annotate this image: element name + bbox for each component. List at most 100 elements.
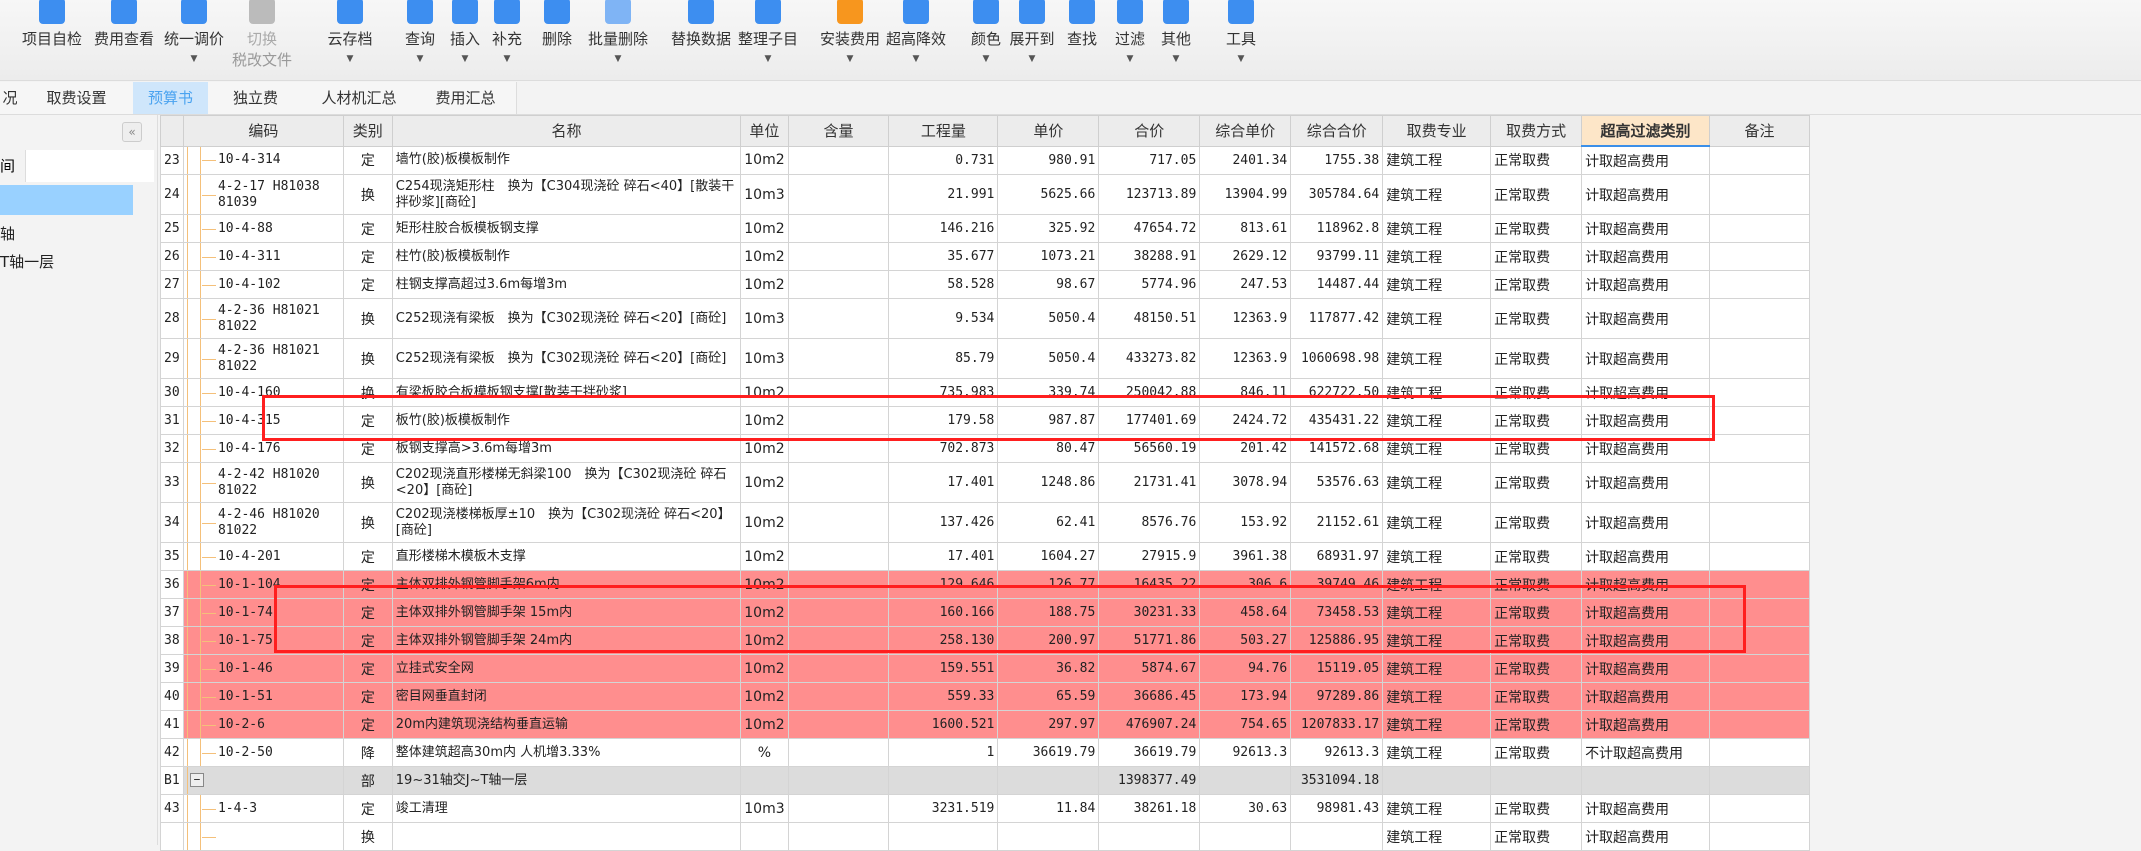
- cell-no[interactable]: 26: [160, 242, 184, 271]
- cell-method[interactable]: 正常取费: [1490, 654, 1583, 683]
- cell-specialty[interactable]: 建筑工程: [1382, 570, 1492, 599]
- toolbar-button-tools[interactable]: 工具 ▼: [1201, 0, 1281, 78]
- cell-unit[interactable]: 10m2: [740, 654, 789, 683]
- cell-name[interactable]: [391, 822, 742, 851]
- cell-qty[interactable]: 179.58: [888, 406, 999, 435]
- cell-comp-price[interactable]: 201.42: [1199, 434, 1292, 463]
- cell-type[interactable]: 定: [342, 598, 393, 627]
- cell-no[interactable]: 30: [160, 378, 184, 407]
- cell-code[interactable]: 10-1-46: [182, 654, 344, 683]
- cell-comp-price[interactable]: 153.92: [1199, 502, 1292, 543]
- cell-note[interactable]: [1709, 542, 1810, 571]
- cell-unit[interactable]: 10m2: [740, 710, 789, 739]
- cell-comp-price[interactable]: 94.76: [1199, 654, 1292, 683]
- column-header[interactable]: 名称: [391, 115, 742, 147]
- cell-unit[interactable]: 10m2: [740, 542, 789, 571]
- cell-note[interactable]: [1709, 794, 1810, 823]
- table-row[interactable]: 30 10-4-160 换有梁板胶合板模板钢支撑[散装干拌砂浆] 10m2 735.98…: [160, 378, 1810, 407]
- toolbar-button-fee-view[interactable]: 费用查看: [84, 0, 164, 78]
- cell-name[interactable]: 20m内建筑现浇结构垂直运输: [391, 710, 742, 739]
- cell-comp-price[interactable]: 247.53: [1199, 270, 1292, 299]
- cell-type[interactable]: 部: [342, 766, 393, 795]
- cell-total[interactable]: 5874.67: [1098, 654, 1201, 683]
- cell-specialty[interactable]: 建筑工程: [1382, 682, 1492, 711]
- cell-comp-price[interactable]: [1199, 822, 1292, 851]
- table-row[interactable]: 31 10-4-315 定板竹(胶)板模板制作 10m2 179.58 987.87 177…: [160, 406, 1810, 435]
- cell-note[interactable]: [1709, 570, 1810, 599]
- cell-total[interactable]: 476907.24: [1098, 710, 1201, 739]
- cell-code[interactable]: 4-2-42 H81020 81022: [182, 462, 344, 503]
- cell-total[interactable]: 27915.9: [1098, 542, 1201, 571]
- search-input[interactable]: [26, 150, 154, 182]
- table-row[interactable]: 36 10-1-104 定主体双排外钢管脚手架6m内 10m2 129.646 126.7…: [160, 570, 1810, 599]
- cell-qty-per[interactable]: [787, 145, 890, 175]
- column-header[interactable]: 综合单价: [1199, 115, 1292, 147]
- toolbar-button-tax-switch[interactable]: 切换 税改文件: [222, 0, 302, 78]
- cell-type[interactable]: 换: [342, 174, 393, 215]
- cell-method[interactable]: 正常取费: [1490, 270, 1583, 299]
- cell-comp-price[interactable]: 754.65: [1199, 710, 1292, 739]
- cell-no[interactable]: 32: [160, 434, 184, 463]
- cell-qty-per[interactable]: [787, 378, 890, 407]
- caret-down-icon[interactable]: ▼: [310, 53, 390, 65]
- cell-note[interactable]: [1709, 626, 1810, 655]
- column-header[interactable]: 取费方式: [1490, 115, 1583, 147]
- cell-method[interactable]: 正常取费: [1490, 145, 1583, 175]
- cell-note[interactable]: [1709, 145, 1810, 175]
- cell-total[interactable]: 47654.72: [1098, 214, 1201, 243]
- cell-code[interactable]: 4-2-46 H81020 81022: [182, 502, 344, 543]
- cell-price[interactable]: [997, 822, 1100, 851]
- cell-qty[interactable]: [888, 822, 999, 851]
- cell-qty[interactable]: 159.551: [888, 654, 999, 683]
- cell-method[interactable]: 正常取费: [1490, 434, 1583, 463]
- cell-total[interactable]: 36686.45: [1098, 682, 1201, 711]
- cell-specialty[interactable]: 建筑工程: [1382, 654, 1492, 683]
- tab-3[interactable]: 独立费: [208, 82, 304, 114]
- cell-name[interactable]: 竣工清理: [391, 794, 742, 823]
- cell-specialty[interactable]: 建筑工程: [1382, 174, 1492, 215]
- cell-price[interactable]: 297.97: [997, 710, 1100, 739]
- cell-code[interactable]: 4-2-36 H81021 81022: [182, 338, 344, 379]
- cell-method[interactable]: 正常取费: [1490, 710, 1583, 739]
- cell-filter[interactable]: 计取超高费用: [1581, 654, 1711, 683]
- column-header[interactable]: 编码: [182, 115, 344, 147]
- cell-qty[interactable]: 735.983: [888, 378, 999, 407]
- cell-qty-per[interactable]: [787, 738, 890, 767]
- cell-no[interactable]: 40: [160, 682, 184, 711]
- cell-unit[interactable]: 10m3: [740, 174, 789, 215]
- column-header[interactable]: 超高过滤类别: [1581, 115, 1711, 147]
- cell-unit[interactable]: 10m3: [740, 298, 789, 339]
- cell-name[interactable]: 柱钢支撑高超过3.6m每增3m: [391, 270, 742, 299]
- cell-note[interactable]: [1709, 598, 1810, 627]
- cell-comp-total[interactable]: 118962.8: [1290, 214, 1384, 243]
- cell-qty[interactable]: 9.534: [888, 298, 999, 339]
- cell-comp-total[interactable]: [1290, 822, 1384, 851]
- cell-filter[interactable]: 计取超高费用: [1581, 145, 1711, 175]
- cell-type[interactable]: 定: [342, 794, 393, 823]
- toolbar-button-cloud-upload[interactable]: 云存档 ▼: [310, 0, 390, 78]
- cell-total[interactable]: 123713.89: [1098, 174, 1201, 215]
- cell-unit[interactable]: 10m3: [740, 794, 789, 823]
- cell-type[interactable]: 定: [342, 270, 393, 299]
- cell-qty[interactable]: 17.401: [888, 462, 999, 503]
- cell-price[interactable]: 65.59: [997, 682, 1100, 711]
- cell-no[interactable]: 24: [160, 174, 184, 215]
- cell-specialty[interactable]: [1382, 766, 1492, 795]
- cell-specialty[interactable]: 建筑工程: [1382, 378, 1492, 407]
- column-header[interactable]: 类别: [342, 115, 393, 147]
- cell-filter[interactable]: 计取超高费用: [1581, 598, 1711, 627]
- cell-note[interactable]: [1709, 242, 1810, 271]
- cell-unit[interactable]: 10m2: [740, 378, 789, 407]
- cell-method[interactable]: 正常取费: [1490, 242, 1583, 271]
- cell-unit[interactable]: 10m2: [740, 270, 789, 299]
- cell-qty[interactable]: 1: [888, 738, 999, 767]
- cell-comp-price[interactable]: 2401.34: [1199, 145, 1292, 175]
- column-header[interactable]: 工程量: [888, 115, 999, 147]
- table-row[interactable]: 33 4-2-42 H81020 81022 换 C202现浇直形楼梯无斜梁100 换…: [160, 462, 1810, 503]
- cell-code[interactable]: 10-1-74: [182, 598, 344, 627]
- cell-code[interactable]: 10-1-104: [182, 570, 344, 599]
- table-row[interactable]: 换 建筑工程 正常取费 计取超高费用: [160, 822, 1810, 851]
- cell-specialty[interactable]: 建筑工程: [1382, 214, 1492, 243]
- cell-name[interactable]: 主体双排外钢管脚手架 24m内: [391, 626, 742, 655]
- cell-qty[interactable]: 137.426: [888, 502, 999, 543]
